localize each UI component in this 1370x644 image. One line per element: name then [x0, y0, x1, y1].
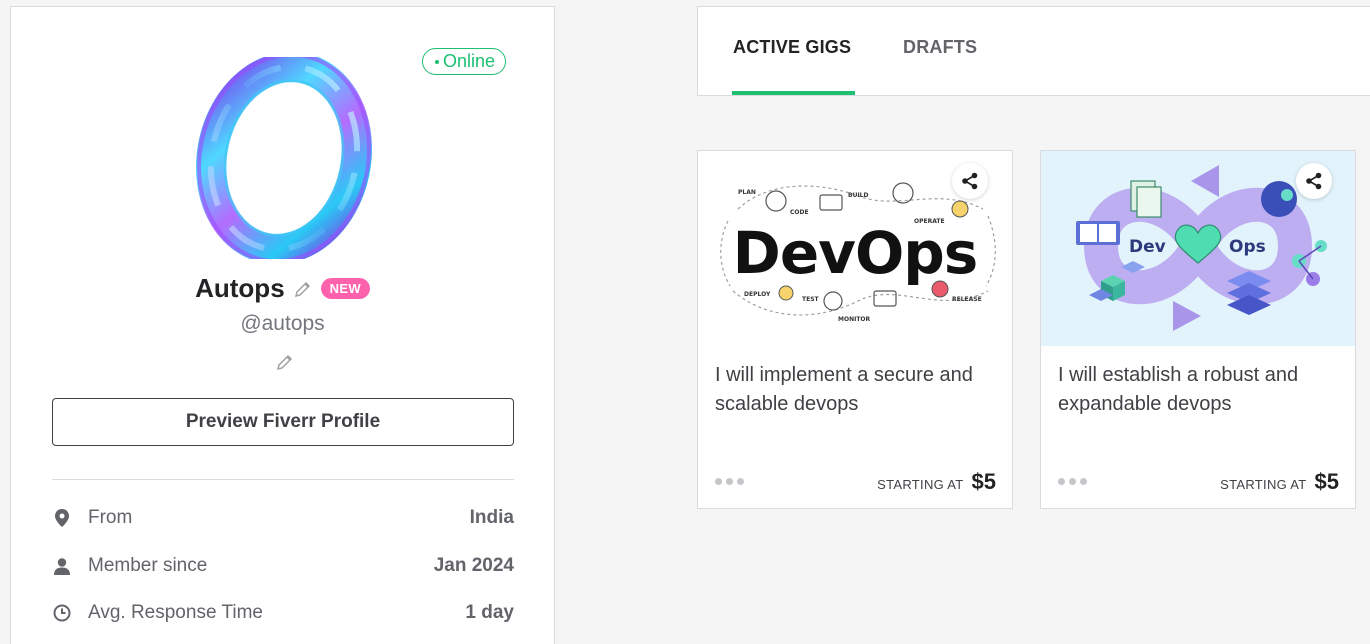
info-row-response-time: Avg. Response Time 1 day — [52, 598, 514, 628]
online-status-badge: Online — [422, 48, 507, 75]
price-row: STARTING AT $5 — [877, 469, 996, 495]
image-label: PLAN — [738, 189, 756, 196]
info-label: Member since — [88, 555, 208, 576]
gig-card[interactable]: Dev Ops I will establish a robust and ex… — [1040, 150, 1356, 509]
gig-tabs-bar: ACTIVE GIGS DRAFTS — [697, 6, 1370, 96]
info-value: India — [469, 507, 514, 528]
gig-price: $5 — [1314, 469, 1339, 494]
image-label: MONITOR — [838, 316, 871, 323]
image-label: TEST — [802, 296, 820, 303]
more-options-icon[interactable] — [715, 478, 744, 485]
image-label: DEPLOY — [744, 291, 771, 298]
divider — [52, 479, 514, 480]
info-value: Jan 2024 — [433, 555, 514, 576]
info-row-from: From India — [52, 503, 514, 533]
seller-profile-card: Online Autops NEW @autops Preview Fiverr… — [10, 6, 555, 644]
gig-title[interactable]: I will implement a secure and scalable d… — [715, 361, 995, 419]
share-icon — [1306, 172, 1322, 190]
new-seller-badge: NEW — [320, 278, 370, 299]
info-row-member-since: Member since Jan 2024 — [52, 551, 514, 581]
image-label: RELEASE — [952, 296, 982, 303]
username: @autops — [240, 312, 325, 335]
starting-at-label: STARTING AT — [1220, 477, 1307, 492]
preview-profile-button[interactable]: Preview Fiverr Profile — [52, 398, 514, 446]
share-button[interactable] — [1296, 163, 1332, 199]
share-icon — [962, 172, 978, 190]
image-label: CODE — [790, 209, 809, 216]
info-value: 1 day — [465, 602, 514, 623]
share-button[interactable] — [952, 163, 988, 199]
image-headline: DevOps — [733, 219, 978, 287]
name-row: Autops NEW — [11, 273, 554, 304]
online-status-label: Online — [443, 51, 496, 71]
gig-price: $5 — [971, 469, 996, 494]
tab-active-gigs[interactable]: ACTIVE GIGS — [733, 37, 851, 58]
location-pin-icon — [52, 508, 72, 528]
edit-name-pencil-icon[interactable] — [293, 279, 313, 299]
more-options-icon[interactable] — [1058, 478, 1087, 485]
info-label: Avg. Response Time — [88, 602, 263, 623]
avatar[interactable] — [196, 57, 372, 259]
clock-icon — [52, 603, 72, 623]
starting-at-label: STARTING AT — [877, 477, 964, 492]
tab-drafts[interactable]: DRAFTS — [903, 37, 977, 58]
gig-title[interactable]: I will establish a robust and expandable… — [1058, 361, 1338, 419]
seller-name: Autops — [195, 273, 285, 303]
user-icon — [52, 556, 72, 576]
gig-card[interactable]: PLAN CODE BUILD OPERATE DEPLOY TEST MONI… — [697, 150, 1013, 509]
info-label: From — [88, 507, 133, 528]
active-tab-indicator — [732, 91, 855, 95]
image-headline-right: Ops — [1229, 237, 1266, 257]
edit-description-pencil-icon[interactable] — [275, 352, 295, 372]
image-headline-left: Dev — [1129, 237, 1166, 257]
image-label: BUILD — [848, 192, 869, 199]
online-dot-icon — [435, 59, 439, 64]
price-row: STARTING AT $5 — [1220, 469, 1339, 495]
